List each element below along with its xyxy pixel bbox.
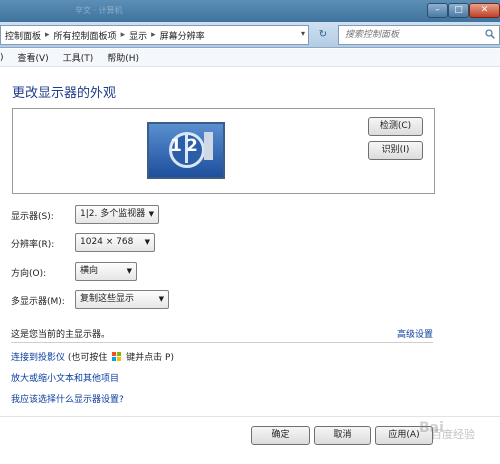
breadcrumb[interactable]: 控制面板 ▸ 所有控制面板项 ▸ 显示 ▸ 屏幕分辨率 ▾ — [0, 25, 309, 45]
ok-button[interactable]: 确定 — [251, 426, 310, 445]
projector-hint-end: 键并点击 P) — [126, 353, 174, 363]
resolution-label: 分辨率(R): — [11, 240, 55, 250]
breadcrumb-control-panel[interactable]: 控制面板 — [5, 29, 41, 42]
multi-display-value: 复制这些显示 — [80, 294, 135, 304]
search-input[interactable] — [339, 26, 479, 44]
orientation-value: 横向 — [80, 266, 99, 276]
orientation-select[interactable]: 横向 ▼ — [75, 262, 137, 281]
menu-view[interactable]: 查看(V) — [18, 51, 49, 64]
monitor-icon[interactable]: 1 2 — [147, 122, 225, 179]
multi-display-select[interactable]: 复制这些显示 ▼ — [75, 290, 169, 309]
primary-monitor-note: 这是您当前的主显示器。 — [11, 330, 111, 340]
maximize-button[interactable]: □ — [448, 3, 469, 18]
main-content: 更改显示器的外观 1 2 检测(C) 识别(I) 显示器(S): 1|2. 多个… — [0, 67, 500, 464]
refresh-icon[interactable]: ↻ — [311, 27, 335, 43]
resolution-select[interactable]: 1024 × 768 ▼ — [75, 233, 155, 252]
chevron-right-icon[interactable]: ▸ — [121, 30, 126, 40]
minimize-button[interactable]: – — [427, 3, 448, 18]
advanced-settings-link[interactable]: 高级设置 — [397, 327, 433, 340]
divider — [11, 342, 433, 343]
projector-link[interactable]: 连接到投影仪 — [11, 353, 65, 363]
page-title: 更改显示器的外观 — [12, 86, 117, 101]
display-select[interactable]: 1|2. 多个监视器 ▼ — [75, 205, 159, 224]
projector-row: 连接到投影仪 (也可按住 键并点击 P) — [11, 350, 174, 363]
display-value: 1|2. 多个监视器 — [80, 209, 146, 219]
menu-bar: ) 查看(V) 工具(T) 帮助(H) — [0, 49, 500, 67]
title-bar: 辛文 · 计算机 – □ ✕ — [0, 0, 500, 22]
display-label: 显示器(S): — [11, 212, 54, 222]
address-bar: 控制面板 ▸ 所有控制面板项 ▸ 显示 ▸ 屏幕分辨率 ▾ ↻ — [0, 22, 500, 48]
footer-divider — [0, 416, 500, 417]
identify-button[interactable]: 识别(I) — [368, 141, 423, 160]
multi-display-label: 多显示器(M): — [11, 297, 65, 307]
detect-button[interactable]: 检测(C) — [368, 117, 423, 136]
chevron-down-icon: ▼ — [126, 267, 132, 275]
orientation-label: 方向(O): — [11, 269, 47, 279]
text-size-link[interactable]: 放大或缩小文本和其他项目 — [11, 371, 119, 384]
menu-file[interactable]: ) — [0, 53, 4, 63]
projector-hint-start: (也可按住 — [67, 353, 108, 363]
close-button[interactable]: ✕ — [469, 3, 500, 18]
chevron-right-icon[interactable]: ▸ — [151, 30, 156, 40]
chevron-down-icon: ▼ — [158, 295, 164, 303]
breadcrumb-all-items[interactable]: 所有控制面板项 — [54, 29, 117, 42]
menu-help[interactable]: 帮助(H) — [107, 51, 139, 64]
breadcrumb-screen-resolution[interactable]: 屏幕分辨率 — [160, 29, 205, 42]
chevron-down-icon: ▼ — [144, 238, 150, 246]
monitor-side-panel — [204, 132, 213, 160]
window-title: 辛文 · 计算机 — [75, 6, 123, 15]
search-box[interactable] — [338, 25, 500, 45]
windows-logo-icon — [112, 352, 122, 361]
monitor-preview: 1 2 检测(C) 识别(I) — [12, 108, 435, 194]
monitor-number-2: 2 — [186, 136, 198, 156]
chevron-down-icon: ▼ — [148, 210, 154, 218]
cancel-button[interactable]: 取消 — [314, 426, 371, 445]
chevron-right-icon[interactable]: ▸ — [45, 30, 50, 40]
chevron-down-icon[interactable]: ▾ — [301, 29, 305, 38]
monitor-number-1: 1 — [170, 136, 182, 156]
resolution-value: 1024 × 768 — [80, 237, 134, 247]
menu-tools[interactable]: 工具(T) — [63, 51, 94, 64]
search-icon[interactable] — [485, 29, 495, 39]
which-settings-link[interactable]: 我应该选择什么显示器设置? — [11, 392, 124, 405]
breadcrumb-display[interactable]: 显示 — [129, 29, 147, 42]
monitor-screen: 1 2 — [157, 130, 215, 170]
watermark-text: 百度经验 — [431, 428, 475, 441]
